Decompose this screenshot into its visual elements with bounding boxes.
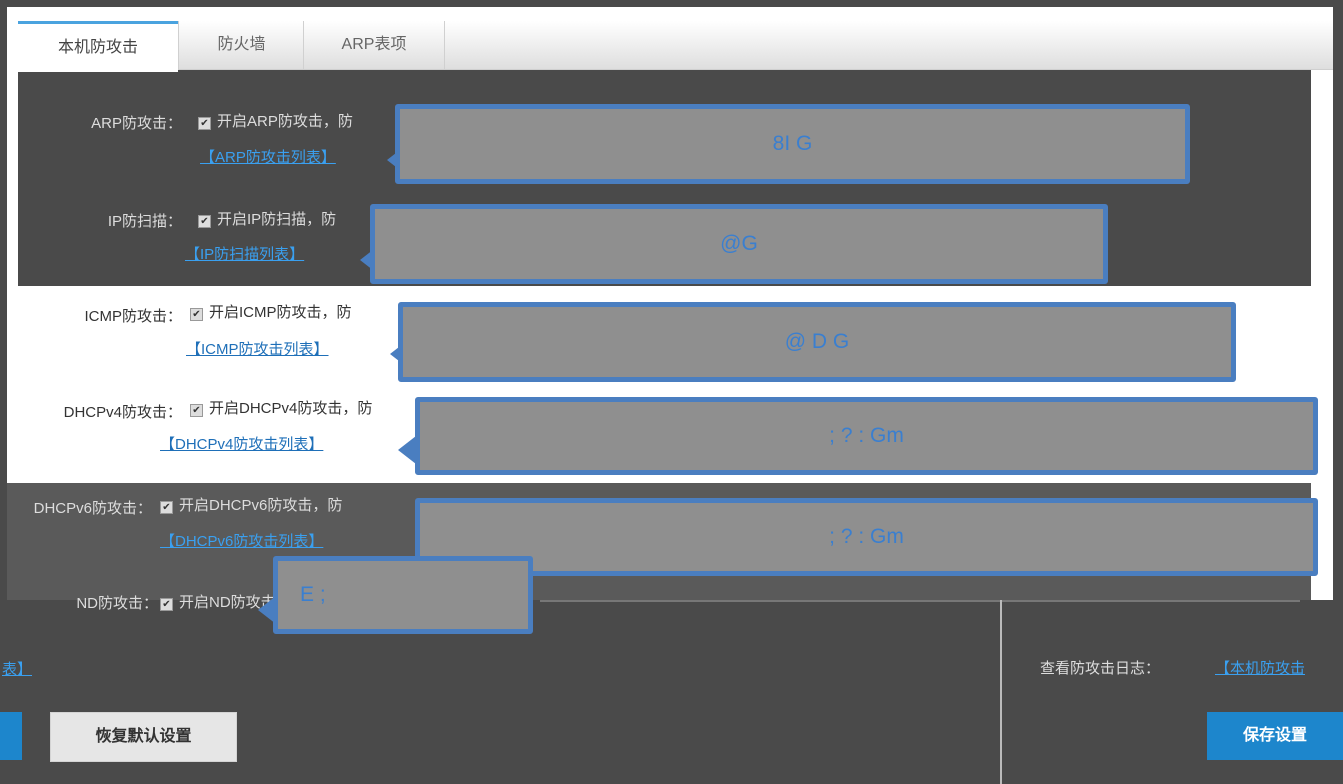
icmp-defense-text: 开启ICMP防攻击，防 xyxy=(209,304,352,321)
dhcpv6-defense-label: DHCPv6防攻击： xyxy=(33,500,152,517)
nd-defense-checkbox[interactable]: ✔ xyxy=(160,598,173,611)
arp-defense-option[interactable]: ✔ 开启ARP防攻击，防 xyxy=(198,110,408,131)
callout-6: E ; xyxy=(273,556,533,634)
save-settings-button[interactable]: 保存设置 xyxy=(1207,712,1343,760)
arp-defense-text: 开启ARP防攻击，防 xyxy=(217,113,353,130)
icmp-defense-checkbox[interactable]: ✔ xyxy=(190,308,203,321)
icmp-defense-option[interactable]: ✔ 开启ICMP防攻击，防 xyxy=(190,301,405,322)
dhcpv6-defense-text: 开启DHCPv6防攻击，防 xyxy=(179,497,343,514)
attack-log-label: 查看防攻击日志： xyxy=(1040,660,1161,677)
dhcpv4-defense-label: DHCPv4防攻击： xyxy=(63,404,182,421)
icmp-defense-list-link[interactable]: 【ICMP防攻击列表】 xyxy=(186,338,329,359)
dhcpv6-defense-list-link[interactable]: 【DHCPv6防攻击列表】 xyxy=(160,530,323,551)
arp-defense-checkbox[interactable]: ✔ xyxy=(198,117,211,130)
arp-defense-list-link[interactable]: 【ARP防攻击列表】 xyxy=(200,146,336,167)
ip-scan-list-link[interactable]: 【IP防扫描列表】 xyxy=(185,243,304,264)
attack-log-link[interactable]: 【本机防攻击 xyxy=(1215,657,1305,678)
ip-scan-option[interactable]: ✔ 开启IP防扫描，防 xyxy=(198,208,373,229)
callout-2: @G xyxy=(370,204,1108,284)
callout-3: @ D G xyxy=(398,302,1236,382)
dhcpv4-defense-option[interactable]: ✔ 开启DHCPv4防攻击，防 xyxy=(190,397,425,418)
dhcpv6-defense-checkbox[interactable]: ✔ xyxy=(160,501,173,514)
tab-local-defense[interactable]: 本机防攻击 xyxy=(18,21,178,72)
footer-list-link[interactable]: 表】 xyxy=(2,658,32,679)
dhcpv4-defense-list-link[interactable]: 【DHCPv4防攻击列表】 xyxy=(160,433,323,454)
callout-1: 8I G xyxy=(395,104,1190,184)
glitch-line xyxy=(540,600,1300,602)
callout-arrow-4 xyxy=(398,436,416,464)
ip-scan-checkbox[interactable]: ✔ xyxy=(198,215,211,228)
tab-firewall[interactable]: 防火墙 xyxy=(178,21,304,69)
ip-scan-text: 开启IP防扫描，防 xyxy=(217,211,337,228)
ip-scan-label: IP防扫描： xyxy=(107,213,182,230)
callout-4: ; ? : Gm xyxy=(415,397,1318,475)
glitch-vertical-line xyxy=(1000,600,1002,784)
tab-arp-table[interactable]: ARP表项 xyxy=(303,21,445,69)
left-primary-button-edge[interactable] xyxy=(0,712,22,760)
nd-defense-label: ND防攻击： xyxy=(76,595,158,612)
dhcpv6-defense-option[interactable]: ✔ 开启DHCPv6防攻击，防 xyxy=(160,494,415,515)
restore-default-button[interactable]: 恢复默认设置 xyxy=(50,712,237,762)
tab-bar: 本机防攻击 防火墙 ARP表项 xyxy=(18,21,1333,72)
dhcpv4-defense-checkbox[interactable]: ✔ xyxy=(190,404,203,417)
arp-defense-label: ARP防攻击： xyxy=(91,115,182,132)
callout-5: ; ? : Gm xyxy=(415,498,1318,576)
dhcpv4-defense-text: 开启DHCPv4防攻击，防 xyxy=(209,400,373,417)
top-strip xyxy=(7,7,1333,21)
icmp-defense-label: ICMP防攻击： xyxy=(84,308,182,325)
